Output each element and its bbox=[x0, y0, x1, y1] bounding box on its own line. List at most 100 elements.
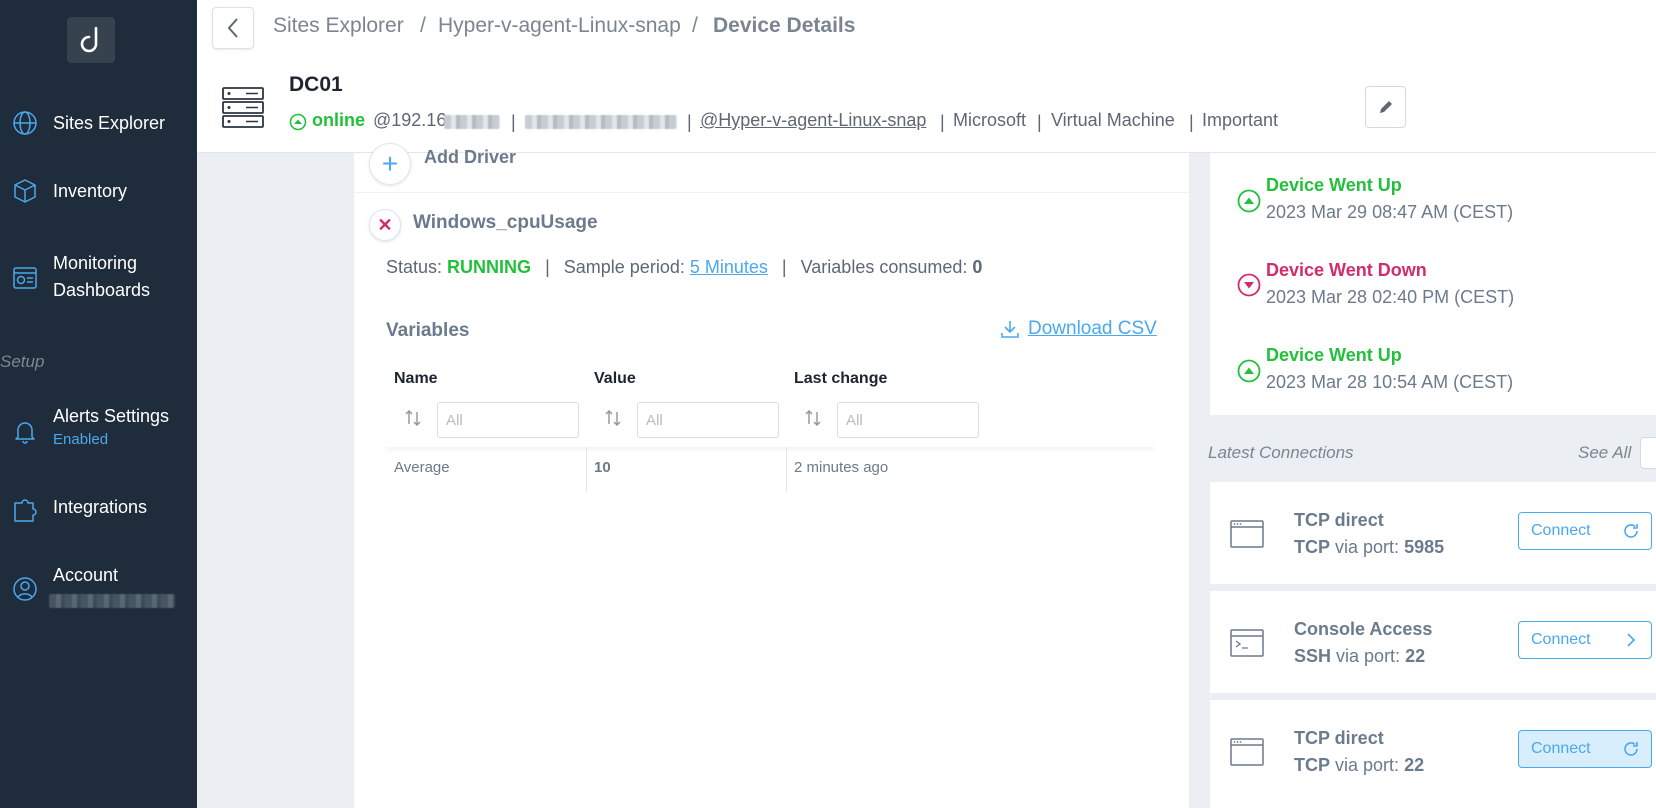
connection-name: Console Access bbox=[1294, 619, 1433, 639]
redacted-account-email bbox=[49, 594, 175, 608]
globe-icon bbox=[13, 111, 37, 135]
connection-card: TCP direct TCP via port: 5985 Connect bbox=[1210, 482, 1656, 584]
online-status-icon bbox=[289, 113, 307, 131]
connection-port: SSH via port: 22 bbox=[1294, 646, 1426, 666]
cell-divider bbox=[786, 447, 787, 492]
sidebar-item-label: Integrations bbox=[53, 497, 148, 517]
back-button[interactable] bbox=[212, 7, 254, 49]
cell-value: 10 bbox=[594, 459, 611, 476]
remove-driver-button[interactable]: ✕ bbox=[369, 209, 401, 241]
breadcrumb-sites-explorer[interactable]: Sites Explorer bbox=[273, 14, 404, 38]
meta-separator: | bbox=[1189, 112, 1194, 132]
connect-label: Connect bbox=[1531, 740, 1591, 757]
page-header: Sites Explorer / Hyper-v-agent-Linux-sna… bbox=[197, 0, 1656, 153]
status-separator: | bbox=[781, 257, 787, 277]
status-value: RUNNING bbox=[447, 257, 532, 277]
browser-window-icon bbox=[1230, 520, 1264, 548]
variables-title: Variables bbox=[386, 320, 470, 341]
edit-device-button[interactable] bbox=[1365, 86, 1406, 128]
column-header-name[interactable]: Name bbox=[394, 370, 438, 388]
sidebar-item-alerts-settings[interactable]: Alerts Settings Enabled bbox=[0, 403, 197, 453]
meta-separator: | bbox=[687, 112, 692, 132]
sort-icon[interactable] bbox=[804, 409, 822, 427]
event-time: 2023 Mar 28 02:40 PM (CEST) bbox=[1266, 287, 1515, 307]
refresh-icon bbox=[1624, 742, 1638, 756]
app-logo[interactable] bbox=[67, 17, 115, 63]
column-header-last-change[interactable]: Last change bbox=[794, 370, 887, 388]
device-status: online bbox=[312, 110, 365, 130]
sort-icon[interactable] bbox=[604, 409, 622, 427]
plus-icon: + bbox=[381, 148, 399, 179]
add-driver-label[interactable]: Add Driver bbox=[424, 147, 516, 168]
pencil-icon bbox=[1379, 101, 1392, 113]
connect-label: Connect bbox=[1531, 631, 1591, 648]
status-label: Status: bbox=[386, 257, 443, 277]
filter-value-input[interactable] bbox=[637, 402, 779, 438]
connect-button[interactable]: Connect bbox=[1518, 621, 1652, 659]
download-csv-link[interactable]: Download CSV bbox=[1000, 318, 1157, 340]
sidebar-item-account[interactable]: Account bbox=[0, 562, 197, 612]
sample-period-link[interactable]: 5 Minutes bbox=[690, 257, 768, 277]
connection-name: TCP direct bbox=[1294, 510, 1384, 530]
cell-name: Average bbox=[394, 459, 450, 476]
variables-consumed-value: 0 bbox=[972, 257, 983, 277]
sidebar-item-label: Monitoring bbox=[53, 253, 138, 273]
driver-name: Windows_cpuUsage bbox=[413, 212, 598, 233]
chevron-right-icon bbox=[1627, 633, 1636, 647]
sidebar-item-label: Alerts Settings bbox=[53, 406, 170, 426]
device-up-icon bbox=[1237, 189, 1261, 213]
sidebar-item-integrations[interactable]: Integrations bbox=[0, 494, 197, 524]
cell-last-change: 2 minutes ago bbox=[794, 459, 889, 476]
column-header-value[interactable]: Value bbox=[594, 370, 636, 388]
add-driver-row: + Add Driver bbox=[354, 143, 1189, 193]
device-type: Virtual Machine bbox=[1051, 110, 1175, 130]
latest-connections-title: Latest Connections bbox=[1208, 443, 1354, 462]
connect-button[interactable]: Connect bbox=[1518, 730, 1652, 768]
redacted-ip bbox=[444, 115, 500, 129]
chevron-left-icon bbox=[227, 18, 238, 38]
sidebar-item-label: Account bbox=[53, 565, 119, 585]
device-up-icon bbox=[1237, 359, 1261, 383]
breadcrumb-site[interactable]: Hyper-v-agent-Linux-snap bbox=[438, 14, 681, 38]
see-all-chevron-button[interactable] bbox=[1640, 437, 1656, 469]
device-importance: Important bbox=[1202, 110, 1279, 130]
section-label-setup: Setup bbox=[0, 352, 45, 371]
sort-icon[interactable] bbox=[404, 409, 422, 427]
filter-name-input[interactable] bbox=[437, 402, 579, 438]
breadcrumb-separator: / bbox=[420, 14, 426, 37]
connection-card: TCP direct TCP via port: 22 Connect bbox=[1210, 700, 1656, 808]
meta-separator: | bbox=[940, 112, 945, 132]
download-icon bbox=[1001, 321, 1019, 338]
redacted-mac bbox=[525, 115, 677, 129]
breadcrumb-separator: / bbox=[692, 14, 698, 37]
sample-period-label: Sample period: bbox=[563, 257, 685, 277]
connection-port: TCP via port: 5985 bbox=[1294, 537, 1445, 557]
connect-label: Connect bbox=[1531, 522, 1591, 539]
cube-icon bbox=[14, 179, 36, 203]
device-name: DC01 bbox=[289, 73, 343, 96]
connect-button[interactable]: Connect bbox=[1518, 512, 1652, 550]
event-time: 2023 Mar 28 10:54 AM (CEST) bbox=[1266, 372, 1514, 392]
status-separator: | bbox=[545, 257, 550, 277]
sidebar-item-monitoring-dashboards[interactable]: Monitoring Dashboards bbox=[0, 250, 197, 306]
driver-status-line: Status: RUNNING | Sample period: 5 Minut… bbox=[386, 257, 982, 278]
sidebar-item-label: Inventory bbox=[53, 181, 128, 201]
sidebar-item-inventory[interactable]: Inventory bbox=[0, 178, 197, 208]
alerts-status: Enabled bbox=[53, 431, 109, 448]
table-header-divider bbox=[386, 443, 1154, 447]
close-icon: ✕ bbox=[377, 214, 393, 235]
event-title: Device Went Up bbox=[1266, 175, 1402, 195]
bell-icon bbox=[15, 422, 35, 444]
sidebar: Sites Explorer Inventory Monitoring Dash… bbox=[0, 0, 197, 808]
add-driver-button[interactable]: + bbox=[369, 143, 411, 185]
device-site-link[interactable]: @Hyper-v-agent-Linux-snap bbox=[700, 110, 926, 131]
sidebar-item-sites-explorer[interactable]: Sites Explorer bbox=[0, 110, 197, 140]
sidebar-item-label: Sites Explorer bbox=[53, 113, 166, 133]
events-timeline: Device Went Up 2023 Mar 29 08:47 AM (CES… bbox=[1210, 153, 1656, 415]
device-down-icon bbox=[1237, 273, 1261, 297]
see-all-link[interactable]: See All bbox=[1578, 443, 1631, 463]
dashboard-icon bbox=[13, 267, 37, 289]
logo-icon bbox=[80, 27, 98, 53]
meta-separator: | bbox=[511, 112, 516, 132]
filter-last-change-input[interactable] bbox=[837, 402, 979, 438]
